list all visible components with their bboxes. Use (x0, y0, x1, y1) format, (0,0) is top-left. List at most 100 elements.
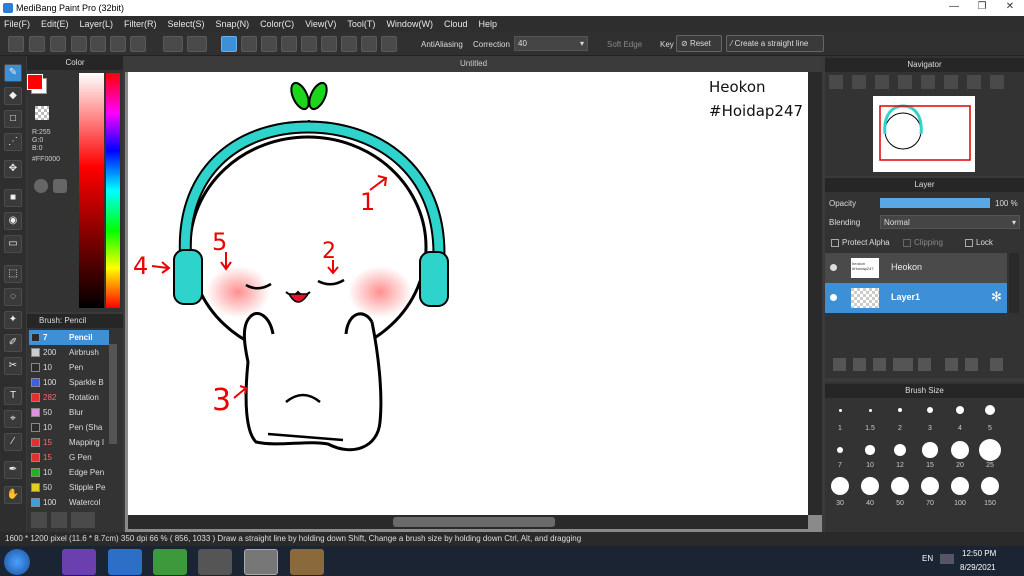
grid-icon[interactable] (130, 36, 146, 52)
language-indicator[interactable]: EN (922, 554, 933, 563)
snap-off-icon[interactable] (221, 36, 237, 52)
radial-snap-icon[interactable] (301, 36, 317, 52)
brush-size-dot[interactable] (956, 406, 964, 414)
lock-checkbox[interactable]: Lock (965, 238, 993, 247)
eye-icon[interactable] (830, 264, 837, 271)
concentric-snap-icon[interactable] (321, 36, 337, 52)
fill-rect-tool-icon[interactable]: ■ (4, 189, 22, 207)
opacity-slider[interactable] (880, 198, 990, 208)
text-tool-icon[interactable]: T (4, 387, 22, 405)
brush-size-dot[interactable] (927, 407, 933, 413)
brush-item[interactable]: 10 Pen (Sha (29, 420, 109, 435)
brush-tool-icon[interactable]: ✎ (4, 64, 22, 82)
menu-tool[interactable]: Tool(T) (347, 19, 375, 29)
zoom-fit-icon[interactable] (829, 75, 843, 89)
select-tool-icon[interactable]: ⬚ (4, 265, 22, 283)
undo-icon[interactable] (163, 36, 183, 52)
chrome-app-icon[interactable] (244, 549, 278, 575)
brush-item[interactable]: 200 Airbrush (29, 345, 109, 360)
menu-filter[interactable]: Filter(R) (124, 19, 157, 29)
brush-size-dot[interactable] (831, 477, 849, 495)
color-shade-bar[interactable] (79, 73, 104, 308)
brush-scrollbar[interactable] (109, 344, 117, 444)
network-icon[interactable] (940, 554, 954, 564)
add-brush-icon[interactable] (31, 512, 47, 528)
select-eraser-tool-icon[interactable]: ✂ (4, 357, 22, 375)
layer-scrollbar[interactable] (1009, 253, 1019, 313)
pen-tool-icon[interactable]: ✒ (4, 461, 22, 479)
brush-size-dot[interactable] (868, 408, 872, 412)
trash-icon[interactable] (990, 358, 1003, 371)
brush-item[interactable]: 50 Blur (29, 405, 109, 420)
layer-row[interactable]: heokon #Hoidap247 Heokon (825, 253, 1007, 283)
menu-layer[interactable]: Layer(L) (80, 19, 114, 29)
restore-button[interactable]: ❐ (968, 0, 996, 16)
app-icon[interactable] (153, 549, 187, 575)
brush-size-dot[interactable] (979, 439, 1001, 461)
minimize-button[interactable]: — (940, 0, 968, 16)
brush-item[interactable]: 15 G Pen (29, 450, 109, 465)
rotate-left-icon[interactable] (921, 75, 935, 89)
brush-size-dot[interactable] (893, 443, 907, 457)
duplicate-layer-icon[interactable] (945, 358, 958, 371)
gear-icon[interactable]: ✻ (991, 289, 1002, 305)
brush-item[interactable]: 50 Stipple Pe (29, 480, 109, 495)
start-button[interactable] (4, 549, 30, 575)
zoom-out-icon[interactable] (875, 75, 889, 89)
brush-size-dot[interactable] (981, 477, 999, 495)
chrome-icon[interactable] (198, 549, 232, 575)
navigator-preview[interactable] (873, 96, 975, 172)
share-icon[interactable] (29, 36, 45, 52)
blending-select[interactable]: Normal ▾ (880, 215, 1020, 229)
hand-tool-icon[interactable]: ✋ (4, 486, 22, 504)
brush-size-dot[interactable] (922, 442, 938, 458)
eye-icon[interactable] (830, 294, 837, 301)
brush-size-dot[interactable] (891, 477, 909, 495)
grid-snap-icon[interactable] (261, 36, 277, 52)
brush-item[interactable]: 100 Watercol (29, 495, 109, 510)
zoom-in-icon[interactable] (852, 75, 866, 89)
brush-size-dot[interactable] (950, 440, 970, 460)
internet-explorer-icon[interactable] (108, 549, 142, 575)
straight-line-button[interactable]: ⁄ Create a straight line (726, 35, 824, 52)
curve-snap-icon[interactable] (341, 36, 357, 52)
brush-item[interactable]: 15 Mapping I (29, 435, 109, 450)
brush-size-dot[interactable] (838, 408, 842, 412)
clock-time[interactable]: 12:50 PM (962, 549, 996, 558)
brush-item[interactable]: 282 Rotation (29, 390, 109, 405)
operation-tool-icon[interactable]: ⌖ (4, 410, 22, 428)
menu-edit[interactable]: Edit(E) (41, 19, 69, 29)
perspective-snap-icon[interactable] (281, 36, 297, 52)
comment-icon[interactable] (50, 36, 66, 52)
menu-cloud[interactable]: Cloud (444, 19, 468, 29)
palette-icon[interactable] (34, 179, 48, 193)
clock-date[interactable]: 8/29/2021 (960, 563, 996, 572)
reset-button[interactable]: ⊘ Reset (676, 35, 722, 52)
layer-row-selected[interactable]: Layer1 ✻ (825, 283, 1007, 313)
move-tool-icon[interactable]: ✥ (4, 160, 22, 178)
menu-help[interactable]: Help (478, 19, 497, 29)
export-icon[interactable] (110, 36, 126, 52)
brush-item[interactable]: 7 Pencil (29, 330, 109, 345)
color-picker-icon[interactable] (53, 179, 67, 193)
eyedropper-tool-icon[interactable]: ⁄ (4, 433, 22, 451)
gradient-tool-icon[interactable]: ▭ (4, 235, 22, 253)
merge-layer-icon[interactable] (965, 358, 978, 371)
hue-bar[interactable] (106, 73, 120, 308)
snap-settings-icon[interactable] (381, 36, 397, 52)
brush-item[interactable]: 10 Edge Pen (29, 465, 109, 480)
parallel-snap-icon[interactable] (241, 36, 257, 52)
brush-size-dot[interactable] (865, 445, 875, 455)
menu-file[interactable]: File(F) (4, 19, 30, 29)
eraser-tool-icon[interactable]: ◆ (4, 87, 22, 105)
lasso-tool-icon[interactable]: ◌ (4, 288, 22, 306)
dot-tool-icon[interactable]: ⋰ (4, 133, 22, 151)
clipping-checkbox[interactable]: Clipping (903, 238, 943, 247)
brush-menu-icon[interactable] (71, 512, 95, 528)
drawing-canvas[interactable]: 1 2 3 4 5 Heokon #Hoidap247 (128, 72, 808, 515)
brush-item[interactable]: 10 Pen (29, 360, 109, 375)
redo-icon[interactable] (187, 36, 207, 52)
visual-studio-icon[interactable] (62, 549, 96, 575)
rectangle-tool-icon[interactable]: □ (4, 110, 22, 128)
brush-size-dot[interactable] (861, 477, 879, 495)
